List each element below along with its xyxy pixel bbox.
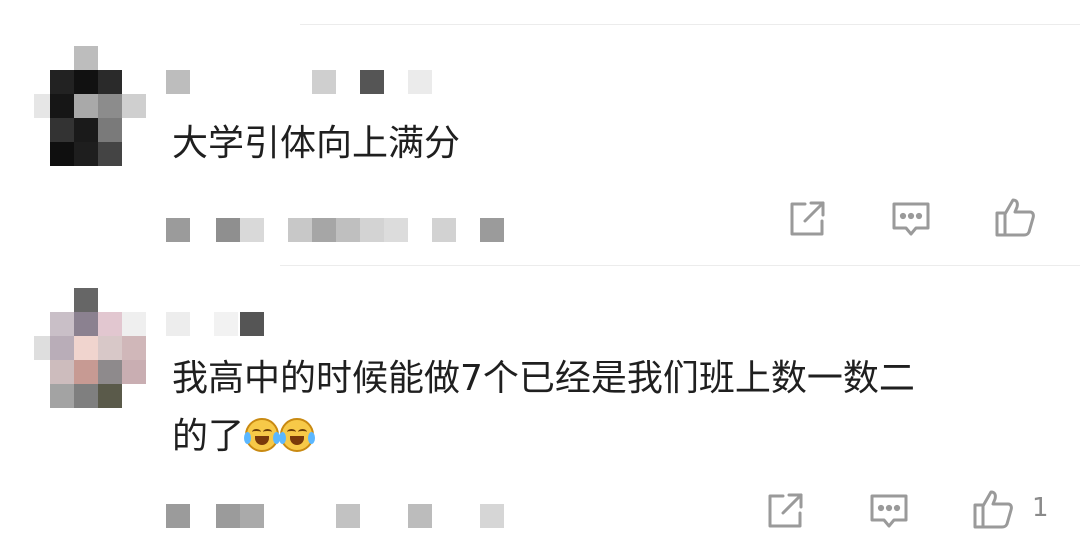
reply-button[interactable] bbox=[889, 197, 933, 241]
share-icon bbox=[768, 493, 803, 528]
mosaic-block bbox=[98, 94, 122, 118]
comment-meta-pixelated bbox=[166, 504, 506, 532]
mosaic-block bbox=[166, 70, 190, 94]
share-icon bbox=[790, 201, 825, 236]
mosaic-block bbox=[240, 218, 264, 242]
comment-line-2: 的了 bbox=[172, 408, 915, 466]
mosaic-block bbox=[480, 504, 504, 528]
mosaic-block bbox=[50, 118, 74, 142]
mosaic-block bbox=[50, 312, 74, 336]
mosaic-block bbox=[74, 118, 98, 142]
mosaic-block bbox=[74, 360, 98, 384]
mosaic-block bbox=[98, 70, 122, 94]
mosaic-block bbox=[384, 218, 408, 242]
mosaic-block bbox=[122, 312, 146, 336]
mosaic-block bbox=[240, 504, 264, 528]
comment-divider bbox=[280, 265, 1080, 266]
comment-line: 我高中的时候能做7个已经是我们班上数一数二 bbox=[172, 358, 915, 399]
mosaic-block bbox=[166, 312, 190, 336]
like-count: 1 bbox=[1032, 493, 1049, 523]
avatar[interactable] bbox=[34, 288, 146, 412]
comment-text: 大学引体向上满分 bbox=[172, 115, 460, 173]
mosaic-block bbox=[336, 504, 360, 528]
like-button[interactable] bbox=[993, 195, 1037, 239]
mosaic-block bbox=[312, 218, 336, 242]
mosaic-block bbox=[166, 218, 190, 242]
comment-icon bbox=[892, 202, 930, 236]
mosaic-block bbox=[98, 384, 122, 408]
laugh-cry-emoji-icon bbox=[244, 418, 281, 452]
comment-line: 的了 bbox=[172, 416, 245, 457]
laugh-cry-emoji-icon bbox=[279, 418, 316, 452]
mosaic-block bbox=[50, 336, 74, 360]
mosaic-block bbox=[432, 218, 456, 242]
mosaic-block bbox=[74, 142, 98, 166]
reply-button[interactable] bbox=[867, 489, 911, 533]
top-divider bbox=[300, 24, 1080, 25]
mosaic-block bbox=[98, 336, 122, 360]
mosaic-block bbox=[50, 384, 74, 408]
mosaic-block bbox=[50, 142, 74, 166]
mosaic-block bbox=[360, 218, 384, 242]
mosaic-block bbox=[408, 504, 432, 528]
share-button[interactable] bbox=[785, 197, 829, 241]
share-button[interactable] bbox=[763, 489, 807, 533]
mosaic-block bbox=[74, 312, 98, 336]
mosaic-block bbox=[166, 504, 190, 528]
thumbs-up-icon bbox=[973, 490, 1013, 529]
mosaic-block bbox=[98, 142, 122, 166]
avatar[interactable] bbox=[34, 46, 146, 170]
comment-icon bbox=[870, 494, 908, 528]
thumbs-up-icon bbox=[995, 198, 1035, 237]
mosaic-block bbox=[74, 288, 98, 312]
mosaic-block bbox=[216, 218, 240, 242]
username-pixelated[interactable] bbox=[166, 70, 436, 98]
mosaic-block bbox=[360, 70, 384, 94]
mosaic-block bbox=[288, 218, 312, 242]
mosaic-block bbox=[122, 94, 146, 118]
mosaic-block bbox=[480, 218, 504, 242]
mosaic-block bbox=[122, 336, 146, 360]
mosaic-block bbox=[122, 360, 146, 384]
mosaic-block bbox=[50, 360, 74, 384]
like-button[interactable] bbox=[971, 487, 1015, 531]
mosaic-block bbox=[50, 94, 74, 118]
mosaic-block bbox=[74, 94, 98, 118]
mosaic-block bbox=[98, 312, 122, 336]
mosaic-block bbox=[74, 46, 98, 70]
mosaic-block bbox=[74, 336, 98, 360]
comment-line: 大学引体向上满分 bbox=[172, 123, 461, 164]
mosaic-block bbox=[240, 312, 264, 336]
mosaic-block bbox=[50, 70, 74, 94]
mosaic-block bbox=[34, 94, 50, 118]
mosaic-block bbox=[98, 118, 122, 142]
mosaic-block bbox=[336, 218, 360, 242]
mosaic-block bbox=[34, 336, 50, 360]
comment-text: 我高中的时候能做7个已经是我们班上数一数二 的了 bbox=[172, 350, 915, 466]
mosaic-block bbox=[312, 70, 336, 94]
mosaic-block bbox=[216, 504, 240, 528]
mosaic-block bbox=[214, 312, 238, 336]
comment-meta-pixelated bbox=[166, 214, 506, 242]
mosaic-block bbox=[74, 70, 98, 94]
mosaic-block bbox=[408, 70, 432, 94]
mosaic-block bbox=[74, 384, 98, 408]
mosaic-block bbox=[98, 360, 122, 384]
username-pixelated[interactable] bbox=[166, 312, 286, 340]
